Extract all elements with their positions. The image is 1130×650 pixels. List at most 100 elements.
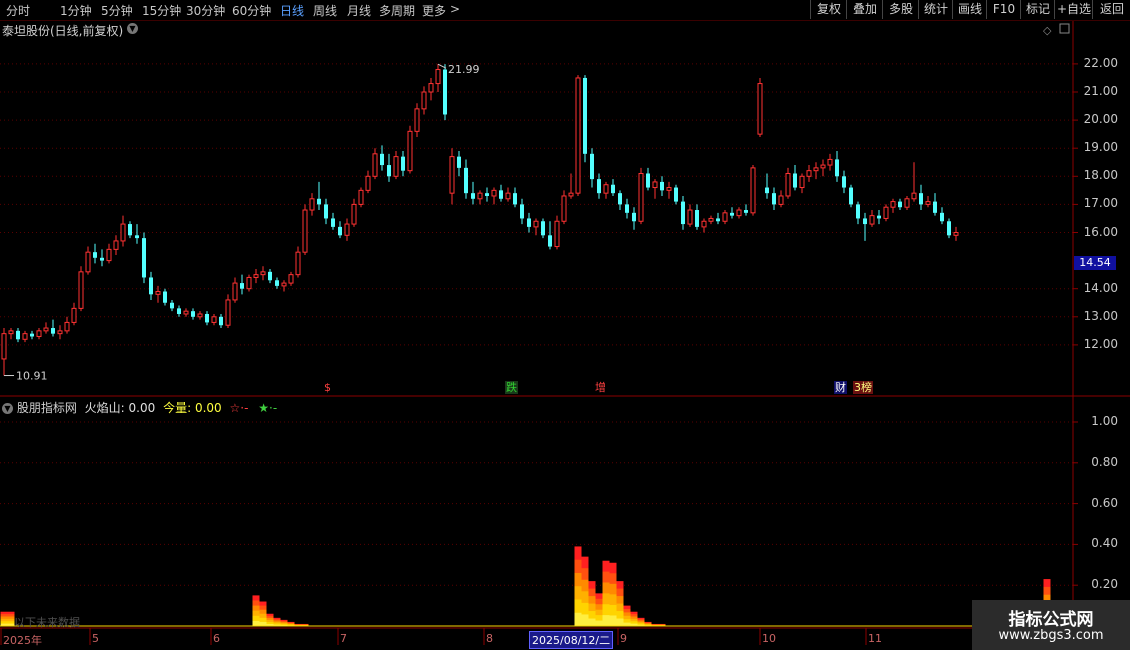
candle (785, 167, 791, 199)
tab-8[interactable]: 月线 (347, 2, 371, 19)
event-marker[interactable]: 3榜 (853, 381, 873, 394)
candle (471, 181, 475, 205)
candle (674, 184, 678, 205)
tab-2[interactable]: 5分钟 (101, 2, 133, 19)
indicator-name[interactable]: 股朋指标网 (17, 401, 77, 415)
candle (253, 269, 259, 284)
volume-label: 今量: (163, 401, 192, 415)
toolbar-button-3[interactable]: 统计 (918, 0, 953, 19)
tab-1[interactable]: 1分钟 (60, 2, 92, 19)
candle (520, 198, 524, 225)
indicator-axis-label: 0.80 (1091, 454, 1118, 469)
candle (358, 187, 364, 208)
tab-5[interactable]: 60分钟 (232, 2, 271, 19)
no-future-data-note: 以下未来数据 (14, 616, 80, 629)
candle (722, 210, 728, 225)
candle (275, 277, 279, 289)
flame-bar (0, 611, 8, 627)
price-axis-label: 13.00 (1083, 308, 1118, 323)
candle (561, 190, 567, 225)
candle (575, 75, 581, 196)
period-toolbar: 分时 1分钟 5分钟 15分钟 30分钟 60分钟 日线 周线 月线 多周期 更多 > 复权 叠加 多股 统计… (0, 0, 1130, 21)
toolbar-button-2[interactable]: 多股 (882, 0, 919, 19)
watermark: 指标公式网 www.zbgs3.com (972, 600, 1130, 650)
flame-bar (630, 611, 638, 627)
candle (568, 173, 574, 199)
toolbar-button-0[interactable]: 复权 (810, 0, 847, 19)
price-axis-label: 16.00 (1083, 224, 1118, 239)
candle (898, 198, 902, 211)
kline-chart[interactable]: ◇ 21.99 10.91 (0, 0, 1130, 650)
event-marker[interactable]: 增 (594, 381, 607, 394)
candle (142, 232, 146, 284)
flame-bar (602, 560, 610, 627)
chevron-down-icon[interactable]: ▼ (127, 23, 138, 34)
candle (485, 187, 489, 202)
candle (177, 305, 181, 317)
price-axis-label: 17.00 (1083, 196, 1118, 211)
candle (1, 328, 7, 376)
candle (464, 159, 468, 199)
toolbar-button-7[interactable]: +自选 (1054, 0, 1093, 19)
candle (246, 274, 252, 292)
flame-bar (252, 595, 260, 627)
date-axis-label: 10 (762, 632, 776, 645)
candle (268, 269, 272, 284)
low-label: 10.91 (16, 370, 48, 383)
indicator-menu-icon[interactable]: ▼ (2, 403, 13, 414)
flame-bar (574, 546, 582, 627)
candle (128, 221, 132, 239)
toolbar-button-5[interactable]: F10 (986, 0, 1021, 19)
candle (533, 218, 539, 236)
candle (827, 153, 833, 171)
tab-7[interactable]: 周线 (313, 2, 337, 19)
event-marker[interactable]: 财 (834, 381, 847, 394)
tab-4[interactable]: 30分钟 (186, 2, 225, 19)
candle (225, 294, 231, 329)
event-marker[interactable]: 跌 (505, 381, 518, 394)
candle (197, 311, 203, 320)
candle (716, 212, 720, 225)
chart-title: 泰坦股份(日线,前复权) (2, 24, 124, 38)
toolbar-button-1[interactable]: 叠加 (846, 0, 883, 19)
candle (85, 246, 91, 275)
candle (449, 148, 455, 205)
watermark-url: www.zbgs3.com (998, 628, 1104, 643)
toolbar-button-8[interactable]: 返回 (1092, 0, 1130, 19)
candle (183, 308, 189, 317)
candle (219, 313, 223, 329)
toolbar-button-6[interactable]: 标记 (1020, 0, 1055, 19)
star-outline-icon: ☆·- (229, 401, 249, 415)
current-price-tag: 14.54 (1074, 256, 1116, 270)
candle (93, 243, 97, 264)
candle (765, 173, 769, 199)
flame-bar (616, 581, 624, 627)
tab-0[interactable]: 分时 (6, 2, 30, 19)
tab-9[interactable]: 多周期 (379, 2, 415, 19)
candle (646, 167, 650, 191)
candle (260, 266, 266, 281)
candle (778, 190, 784, 208)
flame-bar (259, 601, 267, 627)
candle (877, 210, 881, 225)
candle (953, 226, 959, 241)
star-filled-icon: ★·- (258, 401, 278, 415)
candle (541, 218, 545, 239)
event-marker[interactable]: $ (323, 381, 332, 394)
candle (618, 190, 622, 211)
candle (736, 207, 742, 219)
tab-10[interactable]: 更多 (422, 2, 446, 19)
tab-6[interactable]: 日线 (280, 2, 304, 19)
candle (211, 313, 217, 326)
more-arrow-icon[interactable]: > (450, 2, 460, 16)
candle (30, 330, 34, 340)
candle (687, 204, 693, 227)
candle (611, 179, 615, 196)
tab-3[interactable]: 15分钟 (142, 2, 181, 19)
candle (51, 319, 55, 337)
candle (842, 170, 846, 194)
toolbar-button-4[interactable]: 画线 (952, 0, 987, 19)
indicator-axis-label: 1.00 (1091, 414, 1118, 428)
candle (730, 207, 734, 219)
candle (701, 218, 707, 233)
